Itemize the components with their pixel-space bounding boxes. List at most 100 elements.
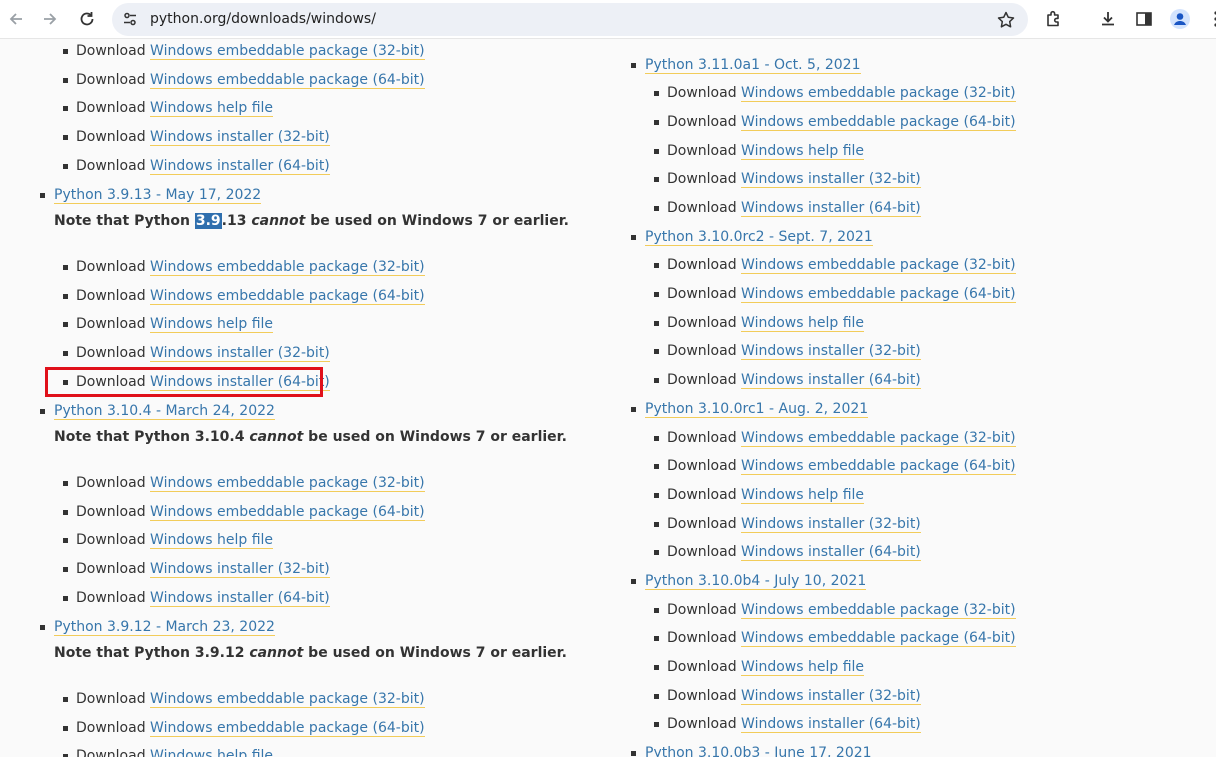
release-link[interactable]: Python 3.11.0a1 - Oct. 5, 2021 — [645, 57, 861, 74]
list-item: Download Windows installer (32-bit) — [654, 170, 921, 188]
download-link[interactable]: Windows embeddable package (32-bit) — [741, 85, 1016, 102]
download-link[interactable]: Windows embeddable package (32-bit) — [150, 43, 425, 60]
list-item: Download Windows installer (32-bit) — [654, 687, 921, 705]
download-link[interactable]: Windows embeddable package (64-bit) — [741, 286, 1016, 303]
release-link[interactable]: Python 3.10.0rc2 - Sept. 7, 2021 — [645, 229, 873, 246]
download-link[interactable]: Windows installer (64-bit) — [741, 200, 921, 217]
download-link[interactable]: Windows installer (32-bit) — [150, 129, 330, 146]
download-link[interactable]: Windows help file — [150, 100, 274, 117]
download-link[interactable]: Windows installer (64-bit) — [741, 372, 921, 389]
list-item: Download Windows installer (64-bit) — [654, 715, 921, 733]
list-item: Download Windows embeddable package (64-… — [63, 719, 425, 737]
list-item: Download Windows installer (64-bit) — [63, 157, 330, 175]
extensions-icon — [1047, 10, 1059, 27]
address-bar[interactable]: python.org/downloads/windows/ — [112, 3, 1028, 36]
list-item: Download Windows embeddable package (32-… — [654, 84, 1016, 102]
list-item: Download Windows installer (64-bit) — [654, 371, 921, 389]
list-item: Download Windows embeddable package (32-… — [63, 474, 425, 492]
url-text[interactable]: python.org/downloads/windows/ — [150, 11, 376, 27]
download-link[interactable]: Windows installer (32-bit) — [150, 345, 330, 362]
list-item: Download Windows embeddable package (32-… — [63, 690, 425, 708]
list-item: Download Windows embeddable package (64-… — [63, 287, 425, 305]
back-button[interactable] — [4, 7, 28, 31]
download-link[interactable]: Windows installer (64-bit) — [150, 158, 330, 175]
list-item: Download Windows installer (32-bit) — [654, 515, 921, 533]
download-link[interactable]: Windows help file — [741, 487, 865, 504]
download-link[interactable]: Windows installer (32-bit) — [741, 343, 921, 360]
bookmark-star-icon[interactable] — [996, 10, 1016, 30]
release-link[interactable]: Python 3.10.0b3 - June 17, 2021 — [645, 745, 872, 757]
download-link[interactable]: Windows embeddable package (32-bit) — [741, 430, 1016, 447]
annotation-highlight-box — [45, 367, 323, 397]
download-link[interactable]: Windows embeddable package (64-bit) — [150, 720, 425, 737]
download-link[interactable]: Windows help file — [741, 659, 865, 676]
list-item: Download Windows embeddable package (32-… — [654, 601, 1016, 619]
reload-button[interactable] — [75, 7, 99, 31]
download-link[interactable]: Windows installer (32-bit) — [741, 688, 921, 705]
download-link[interactable]: Windows embeddable package (64-bit) — [741, 458, 1016, 475]
release-heading: Python 3.10.0b3 - June 17, 2021 — [631, 744, 872, 757]
download-link[interactable]: Windows embeddable package (64-bit) — [150, 72, 425, 89]
download-link[interactable]: Windows help file — [150, 532, 274, 549]
list-item: Download Windows installer (64-bit) — [654, 199, 921, 217]
download-link[interactable]: Windows embeddable package (32-bit) — [150, 259, 425, 276]
list-item: Download Windows installer (32-bit) — [63, 560, 330, 578]
download-link[interactable]: Windows embeddable package (64-bit) — [741, 114, 1016, 131]
list-item: Download Windows embeddable package (64-… — [654, 113, 1016, 131]
list-item: Download Windows embeddable package (32-… — [654, 429, 1016, 447]
list-item: Download Windows help file — [654, 486, 865, 504]
download-link[interactable]: Windows embeddable package (32-bit) — [150, 691, 425, 708]
release-heading: Python 3.10.0b4 - July 10, 2021 — [631, 572, 867, 590]
download-link[interactable]: Windows installer (32-bit) — [150, 561, 330, 578]
list-item: Download Windows embeddable package (64-… — [63, 503, 425, 521]
extensions-button[interactable] — [1042, 7, 1066, 31]
release-link[interactable]: Python 3.10.4 - March 24, 2022 — [54, 403, 275, 420]
profile-icon — [1170, 9, 1190, 29]
release-link[interactable]: Python 3.9.13 - May 17, 2022 — [54, 187, 262, 204]
download-link[interactable]: Windows embeddable package (32-bit) — [741, 257, 1016, 274]
download-link[interactable]: Windows installer (32-bit) — [741, 171, 921, 188]
download-link[interactable]: Windows embeddable package (32-bit) — [741, 602, 1016, 619]
release-link[interactable]: Python 3.10.0rc1 - Aug. 2, 2021 — [645, 401, 869, 418]
list-item: Download Windows installer (64-bit) — [63, 589, 330, 607]
page-content: Download Windows embeddable package (32-… — [0, 40, 1216, 757]
release-heading: Python 3.10.4 - March 24, 2022 — [40, 402, 275, 420]
download-link[interactable]: Windows installer (64-bit) — [741, 544, 921, 561]
release-heading: Python 3.11.0a1 - Oct. 5, 2021 — [631, 56, 861, 74]
more-menu-button[interactable] — [1204, 7, 1216, 31]
download-link[interactable]: Windows embeddable package (64-bit) — [150, 288, 425, 305]
list-item: Download Windows installer (32-bit) — [654, 342, 921, 360]
list-item: Download Windows embeddable package (32-… — [63, 258, 425, 276]
forward-button[interactable] — [38, 7, 62, 31]
list-item: Download Windows embeddable package (64-… — [654, 629, 1016, 647]
release-link[interactable]: Python 3.10.0b4 - July 10, 2021 — [645, 573, 867, 590]
list-item: Download Windows help file — [63, 99, 274, 117]
browser-toolbar: python.org/downloads/windows/ — [0, 0, 1216, 39]
download-link[interactable]: Windows help file — [150, 316, 274, 333]
downloads-button[interactable] — [1096, 7, 1120, 31]
download-link[interactable]: Windows embeddable package (32-bit) — [150, 475, 425, 492]
list-item: Download Windows help file — [63, 315, 274, 333]
side-panel-icon — [1136, 12, 1152, 26]
side-panel-button[interactable] — [1132, 7, 1156, 31]
list-item: Download Windows installer (32-bit) — [63, 128, 330, 146]
download-link[interactable]: Windows help file — [741, 315, 865, 332]
download-link[interactable]: Windows help file — [741, 143, 865, 160]
list-item: Download Windows installer (64-bit) — [654, 543, 921, 561]
download-link[interactable]: Windows installer (64-bit) — [741, 716, 921, 733]
profile-button[interactable] — [1168, 7, 1192, 31]
list-item: Download Windows help file — [654, 142, 865, 160]
release-heading: Python 3.9.13 - May 17, 2022 — [40, 186, 262, 204]
list-item: Download Windows installer (32-bit) — [63, 344, 330, 362]
download-link[interactable]: Windows help file — [150, 748, 274, 757]
download-link[interactable]: Windows embeddable package (64-bit) — [741, 630, 1016, 647]
release-note: Note that Python 3.9.13 cannot be used o… — [54, 213, 569, 229]
download-link[interactable]: Windows embeddable package (64-bit) — [150, 504, 425, 521]
site-info-icon[interactable] — [122, 11, 138, 27]
release-heading: Python 3.9.12 - March 23, 2022 — [40, 618, 275, 636]
release-link[interactable]: Python 3.9.12 - March 23, 2022 — [54, 619, 275, 636]
list-item: Download Windows help file — [63, 531, 274, 549]
release-heading: Python 3.10.0rc1 - Aug. 2, 2021 — [631, 400, 869, 418]
download-link[interactable]: Windows installer (32-bit) — [741, 516, 921, 533]
download-link[interactable]: Windows installer (64-bit) — [150, 590, 330, 607]
